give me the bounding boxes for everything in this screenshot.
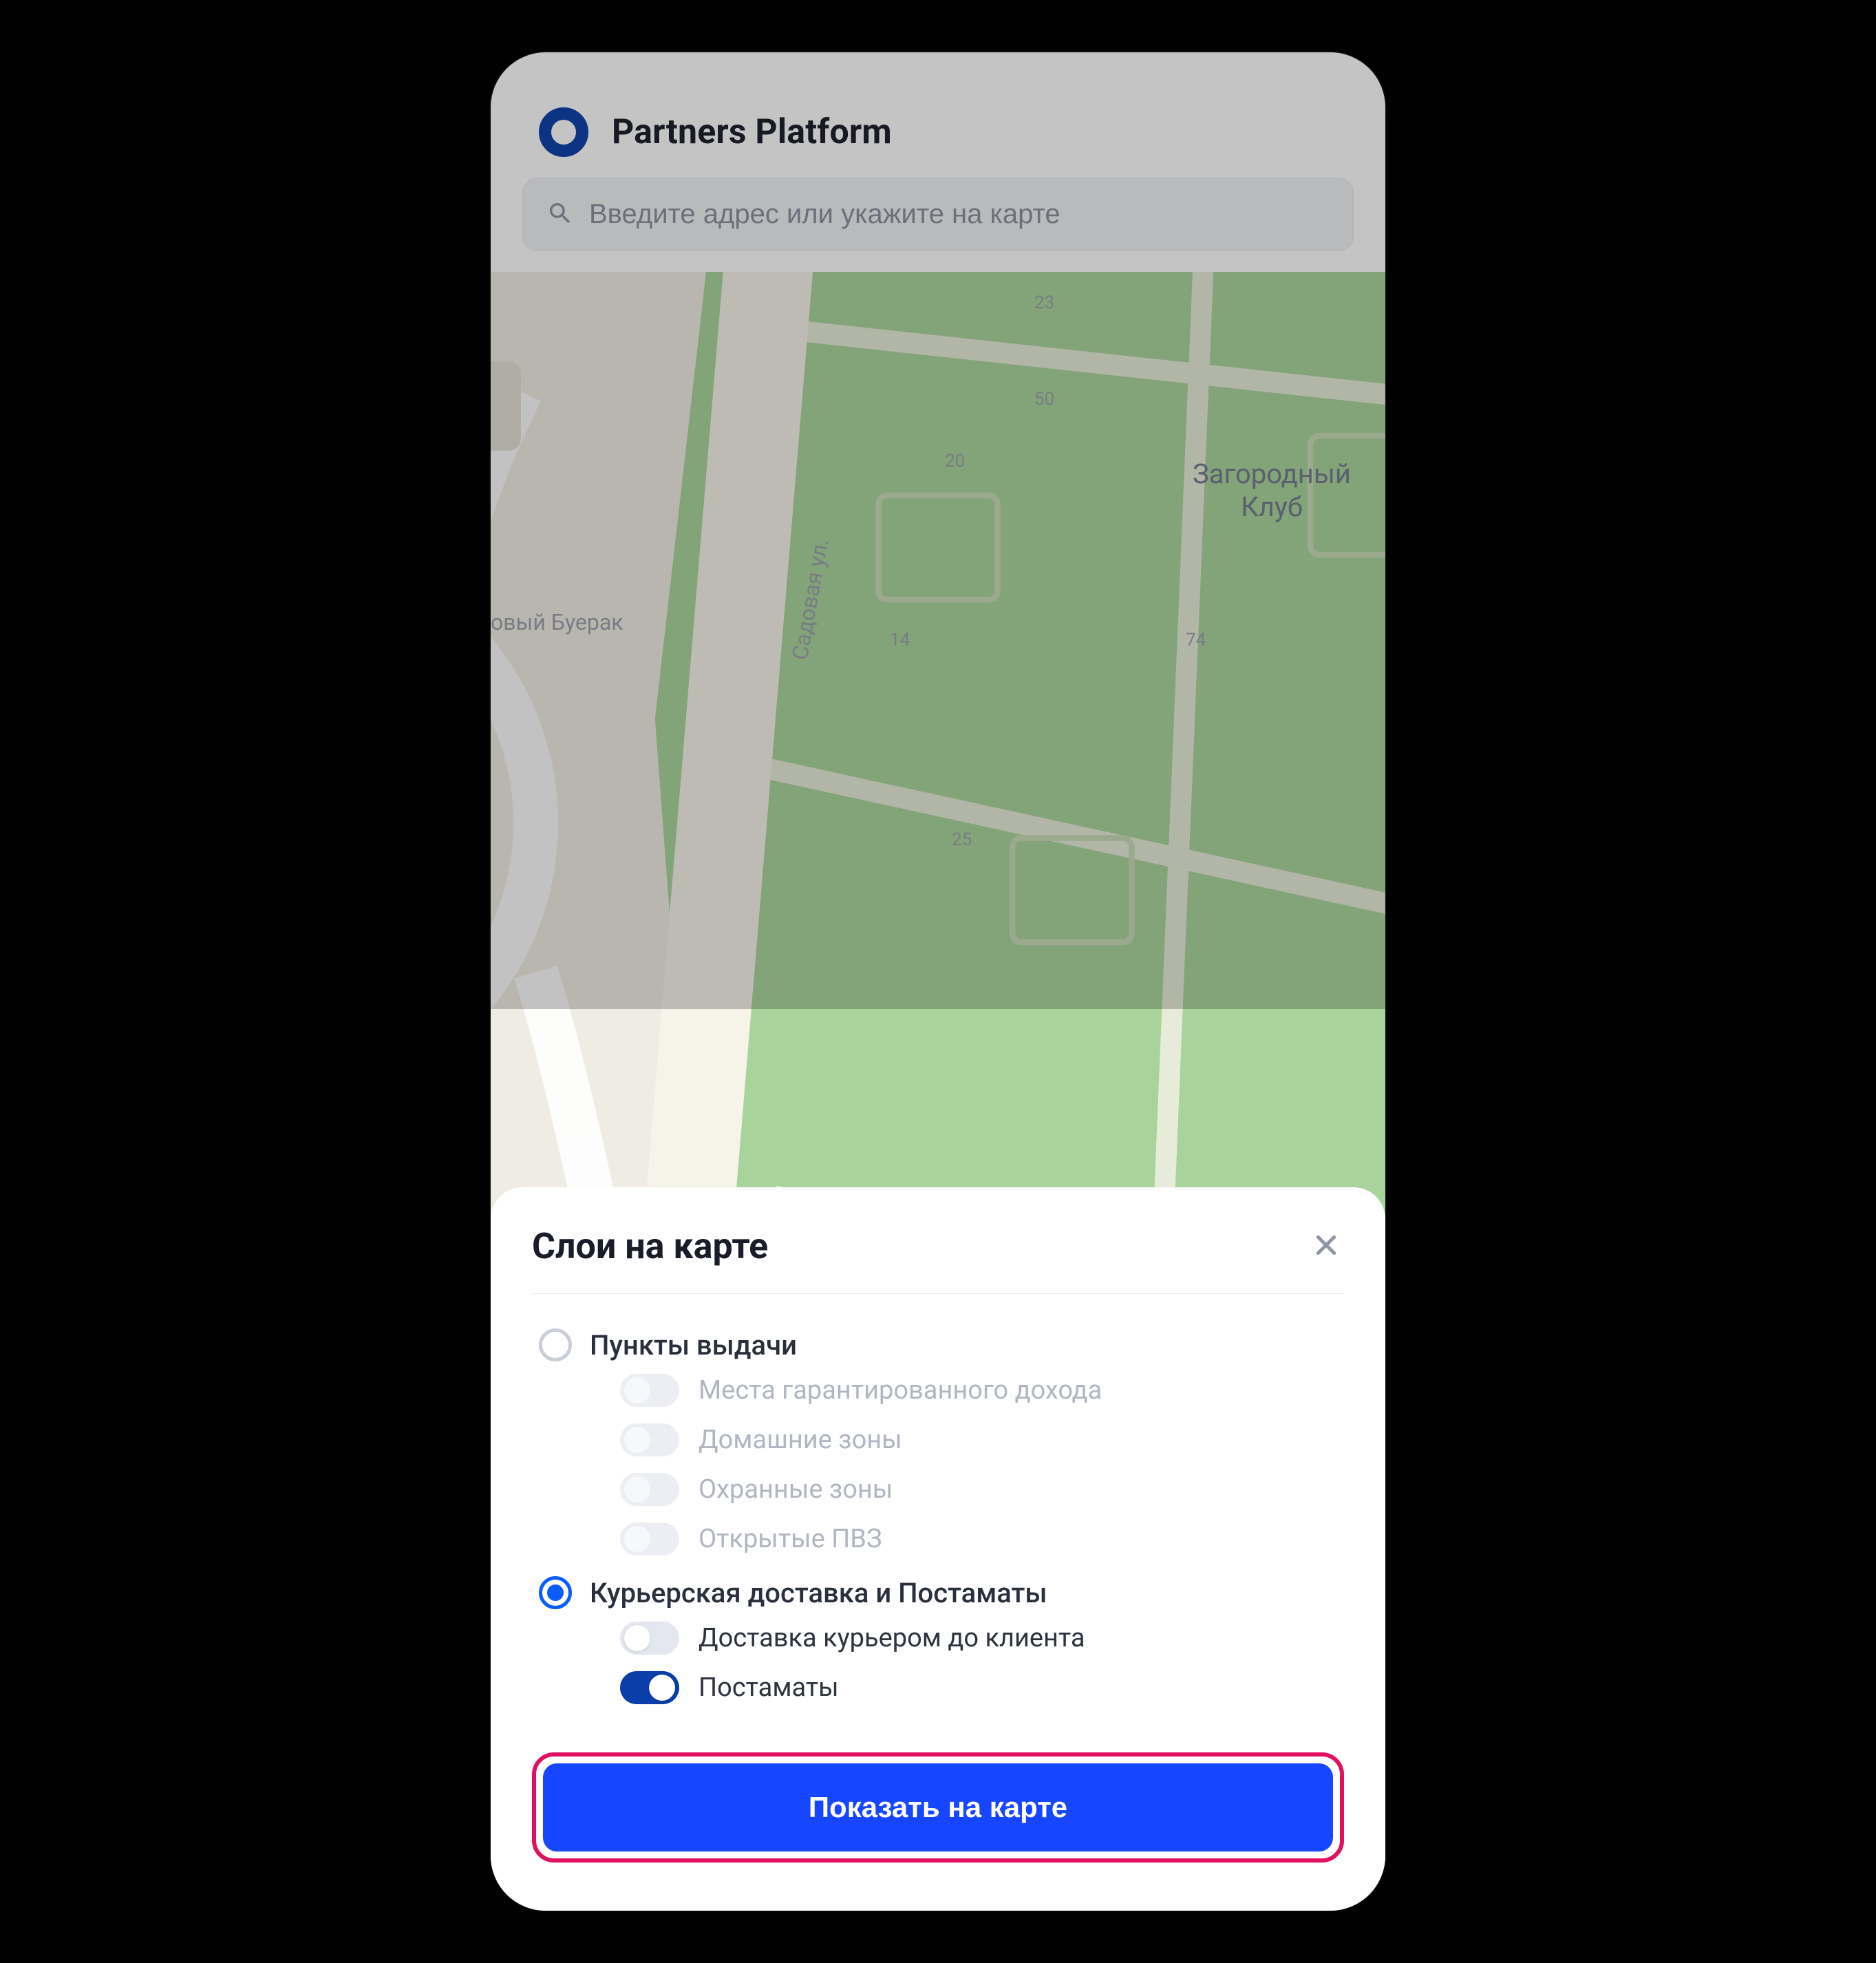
group-radio-row[interactable]: Курьерская доставка и Постаматы xyxy=(539,1576,1337,1609)
option-row: Открытые ПВЗ xyxy=(620,1522,1337,1556)
map-house-number: 14 xyxy=(890,630,910,650)
radio-unchecked-icon xyxy=(539,1328,572,1361)
app-header: Partners Platform xyxy=(491,52,1385,178)
option-label: Места гарантированного дохода xyxy=(699,1375,1102,1405)
logo-icon xyxy=(539,107,588,157)
show-on-map-button[interactable]: Показать на карте xyxy=(543,1763,1333,1851)
layer-group-courier: Курьерская доставка и Постаматы Доставка… xyxy=(539,1576,1337,1704)
toggle-switch[interactable] xyxy=(620,1622,679,1655)
device-frame: Partners Platform xyxy=(491,52,1385,1911)
sheet-title: Слои на карте xyxy=(532,1225,768,1267)
option-label: Домашние зоны xyxy=(699,1425,902,1455)
app-title: Partners Platform xyxy=(612,112,892,152)
radio-checked-icon xyxy=(539,1576,572,1609)
option-label: Открытые ПВЗ xyxy=(699,1524,882,1554)
search-field[interactable] xyxy=(522,178,1354,251)
group-radio-row[interactable]: Пункты выдачи xyxy=(539,1328,1337,1361)
close-icon xyxy=(1312,1231,1340,1262)
group-label: Пункты выдачи xyxy=(590,1329,797,1361)
option-row: Постаматы xyxy=(620,1671,1337,1704)
layer-group-pickup: Пункты выдачи Места гарантированного дох… xyxy=(539,1328,1337,1556)
toggle-switch[interactable] xyxy=(620,1374,679,1407)
map-poi-label: ЗагородныйКлуб xyxy=(1193,458,1351,524)
option-row: Места гарантированного дохода xyxy=(620,1374,1337,1407)
layers-sheet: Слои на карте Пункты выдачи Места гарант… xyxy=(491,1187,1385,1911)
map-house-number: 25 xyxy=(952,829,972,850)
layer-groups: Пункты выдачи Места гарантированного дох… xyxy=(532,1294,1344,1752)
map-house-number: 74 xyxy=(1186,630,1206,650)
map-house-number: 23 xyxy=(1034,293,1054,313)
search-input[interactable] xyxy=(589,199,1330,230)
toggle-switch[interactable] xyxy=(620,1522,679,1556)
search-container xyxy=(491,178,1385,272)
map-house-number: 50 xyxy=(1034,389,1054,410)
option-row: Доставка курьером до клиента xyxy=(620,1622,1337,1655)
option-label: Доставка курьером до клиента xyxy=(699,1623,1085,1653)
option-row: Домашние зоны xyxy=(620,1423,1337,1456)
search-icon xyxy=(546,200,574,230)
toggle-switch[interactable] xyxy=(620,1671,679,1704)
sheet-header: Слои на карте xyxy=(532,1225,1344,1294)
group-label: Курьерская доставка и Постаматы xyxy=(590,1577,1047,1609)
close-button[interactable] xyxy=(1308,1229,1344,1264)
map-house-number: 20 xyxy=(945,451,965,471)
map-area-label: овый Буерак xyxy=(491,609,623,635)
option-label: Охранные зоны xyxy=(699,1474,893,1505)
option-row: Охранные зоны xyxy=(620,1473,1337,1506)
toggle-switch[interactable] xyxy=(620,1423,679,1456)
cta-highlight: Показать на карте xyxy=(532,1752,1344,1863)
toggle-switch[interactable] xyxy=(620,1473,679,1506)
option-label: Постаматы xyxy=(699,1673,839,1703)
